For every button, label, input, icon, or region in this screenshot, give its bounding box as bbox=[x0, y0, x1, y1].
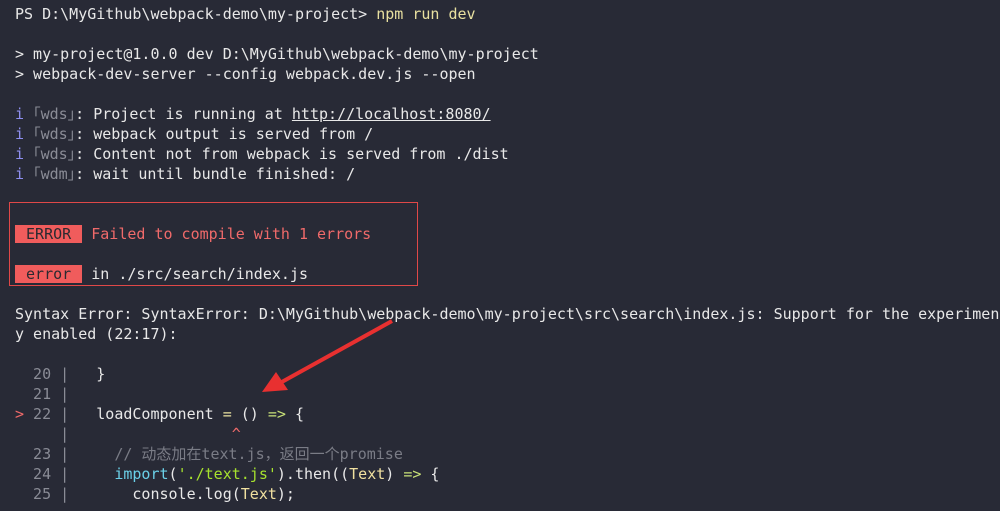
arrow-shaft bbox=[279, 319, 393, 385]
annotation-arrow-icon bbox=[262, 319, 393, 392]
